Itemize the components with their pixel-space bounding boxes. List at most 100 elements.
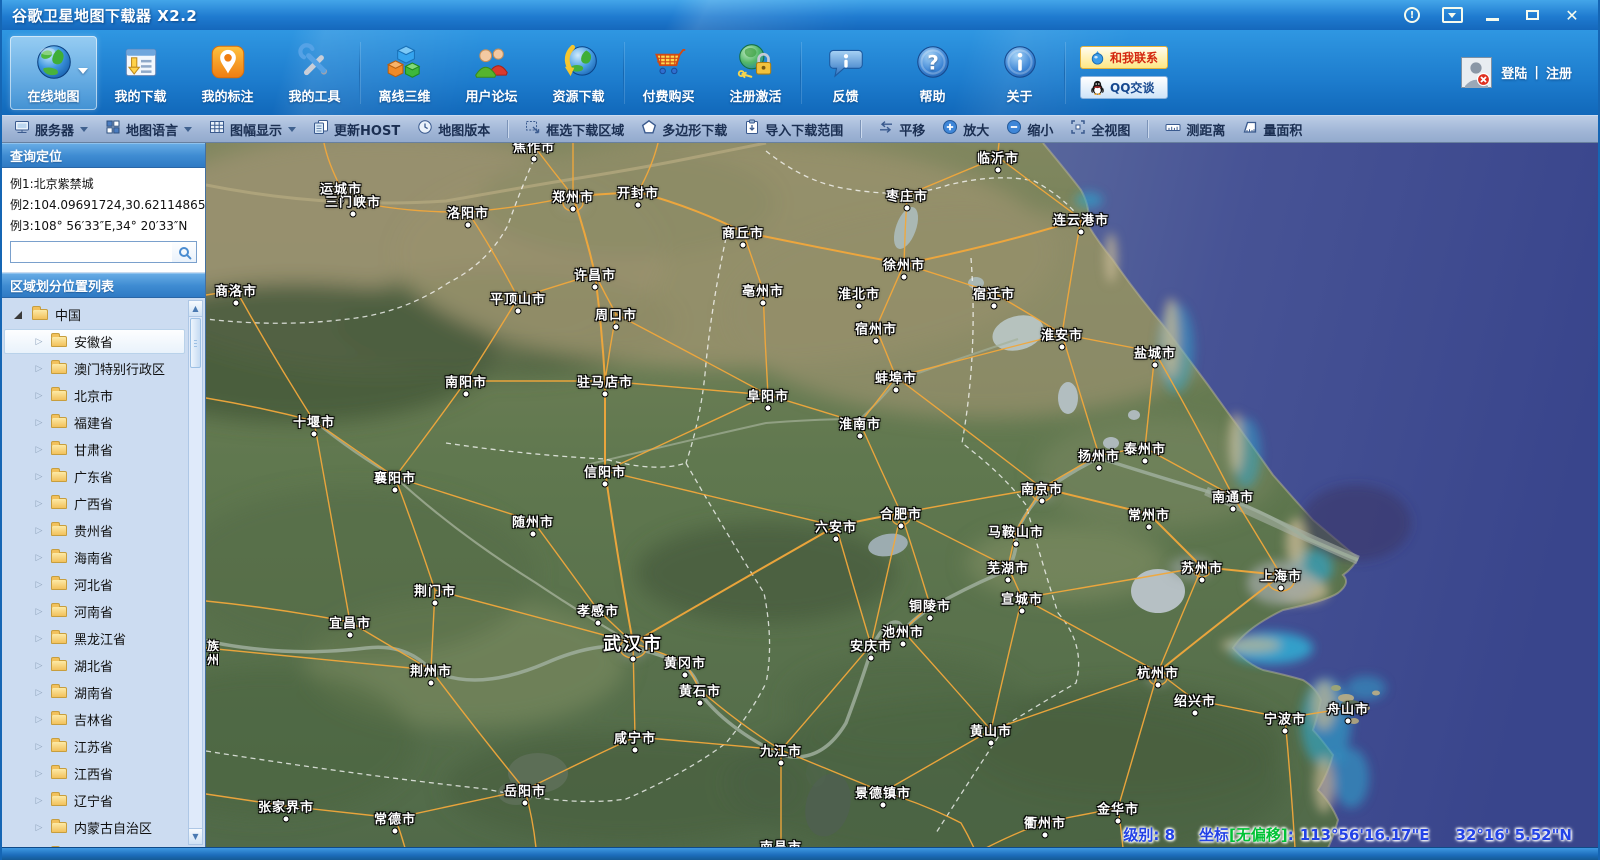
folder-icon (51, 660, 67, 671)
city-dot (1155, 682, 1162, 689)
info-button[interactable]: ! (1400, 5, 1424, 25)
collapsed-arrow-icon[interactable]: ▷ (33, 579, 45, 591)
collapsed-arrow-icon[interactable]: ▷ (33, 417, 45, 429)
toolbar-button-online-map[interactable]: 在线地图 (10, 36, 97, 110)
tree-item[interactable]: ▷广东省 (2, 463, 205, 490)
map-viewport[interactable]: 焦作市运城市三门峡市郑州市开封市洛阳市临沂市枣庄市连云港市商丘市徐州市许昌市商洛… (206, 143, 1598, 847)
maptool-import-range[interactable]: 导入下载范围 (744, 119, 843, 139)
search-example-3: 例3:108° 56′33″E,34° 20′33″N (10, 216, 197, 237)
tree-item[interactable]: ▷江苏省 (2, 733, 205, 760)
toolbar-button-user-forum[interactable]: 用户论坛 (448, 36, 535, 110)
collapsed-arrow-icon[interactable]: ▷ (33, 444, 45, 456)
maptool-measure-distance[interactable]: 测距离 (1165, 119, 1225, 139)
toolbar-button-my-tools[interactable]: 我的工具 (271, 36, 358, 110)
maptool-label: 导入下载范围 (765, 120, 843, 139)
tree-item[interactable]: ▷北京市 (2, 382, 205, 409)
city-dot (873, 338, 880, 345)
tree-item[interactable]: ▷澳门特别行政区 (2, 355, 205, 382)
tray-button[interactable] (1440, 5, 1464, 25)
tree-item[interactable]: ▷海南省 (2, 544, 205, 571)
collapsed-arrow-icon[interactable]: ▷ (33, 525, 45, 537)
tree-item[interactable]: ▷吉林省 (2, 706, 205, 733)
maptool-full-view[interactable]: 全视图 (1070, 119, 1130, 139)
maptool-map-language[interactable]: 地图语言 (105, 119, 192, 139)
collapsed-arrow-icon[interactable]: ▷ (33, 336, 45, 348)
collapsed-arrow-icon[interactable]: ▷ (33, 471, 45, 483)
toolbar-button-resource-download[interactable]: 资源下载 (535, 36, 622, 110)
tree-item[interactable]: ▷内蒙古自治区 (2, 814, 205, 841)
tree-item[interactable]: ▷ 黑龙江省 (2, 625, 205, 652)
minimize-button[interactable] (1480, 5, 1504, 25)
tree-item[interactable]: ▷河北省 (2, 571, 205, 598)
toolbar-button-feedback[interactable]: 反馈 (802, 36, 889, 110)
toolbar-button-my-marks[interactable]: 我的标注 (184, 36, 271, 110)
tree-item[interactable]: ▷广西省 (2, 490, 205, 517)
maptool-box-select-area[interactable]: 框选下载区域 (525, 119, 624, 139)
qq-chat-button[interactable]: QQ交谈 (1080, 76, 1168, 99)
toolbar-button-my-downloads[interactable]: 我的下载 (97, 36, 184, 110)
avatar[interactable] (1461, 57, 1492, 88)
collapsed-arrow-icon[interactable]: ▷ (33, 741, 45, 753)
toolbar-button-about[interactable]: 关于 (976, 36, 1063, 110)
tree-item[interactable]: ▷江西省 (2, 760, 205, 787)
tree-item[interactable]: ▷安徽省 (2, 328, 205, 355)
collapsed-arrow-icon[interactable]: ▷ (33, 768, 45, 780)
maptool-measure-area[interactable]: 量面积 (1242, 119, 1302, 139)
city-label: 亳州市 (742, 281, 784, 300)
tree-item[interactable]: ▷湖北省 (2, 652, 205, 679)
collapsed-arrow-icon[interactable]: ▷ (33, 633, 45, 645)
close-button[interactable]: ✕ (1560, 5, 1584, 25)
maptool-zoom-in[interactable]: 放大 (942, 119, 989, 139)
collapsed-arrow-icon[interactable]: ▷ (33, 714, 45, 726)
expanded-arrow-icon[interactable] (14, 311, 22, 319)
collapsed-arrow-icon[interactable]: ▷ (33, 606, 45, 618)
tree-item[interactable]: ▷甘肃省 (2, 436, 205, 463)
maximize-button[interactable] (1520, 5, 1544, 25)
help-icon: ? (912, 41, 954, 83)
city-label: 商丘市 (722, 223, 764, 242)
maptool-zoom-out[interactable]: 缩小 (1006, 119, 1053, 139)
collapsed-arrow-icon[interactable]: ▷ (33, 687, 45, 699)
search-input[interactable] (11, 242, 172, 262)
collapsed-arrow-icon[interactable]: ▷ (33, 822, 45, 834)
contact-me-button[interactable]: 和我联系 (1080, 46, 1168, 69)
app-window: 谷歌卫星地图下载器 X2.2 !✕ 在线地图我的下载我的标注我的工具离线三维用户… (0, 0, 1600, 860)
register-link[interactable]: 注册 (1546, 63, 1572, 82)
tree-item[interactable]: ▷贵州省 (2, 517, 205, 544)
tree-item[interactable]: ▷宁夏省 (2, 841, 205, 847)
city-dot (347, 632, 354, 639)
scrollbar-thumb[interactable] (190, 318, 201, 368)
toolbar-button-offline-3d[interactable]: 离线三维 (361, 36, 448, 110)
about-icon (999, 41, 1041, 83)
collapsed-arrow-icon[interactable]: ▷ (33, 390, 45, 402)
tree-item[interactable]: ▷河南省 (2, 598, 205, 625)
grid9-icon (209, 119, 225, 139)
collapsed-arrow-icon[interactable]: ▷ (33, 498, 45, 510)
city-label: 十堰市 (293, 412, 335, 431)
scroll-up-button[interactable]: ▲ (189, 301, 202, 317)
login-link[interactable]: 登陆 (1501, 63, 1527, 82)
maptool-map-version[interactable]: 地图版本 (417, 119, 490, 139)
tree-item-label: 黑龙江省 (74, 629, 126, 648)
tree-root-item[interactable]: 中国 (2, 301, 205, 328)
maptool-pan[interactable]: 平移 (878, 119, 925, 139)
toolbar-button-register-activate[interactable]: 注册激活 (712, 36, 799, 110)
tree-item[interactable]: ▷湖南省 (2, 679, 205, 706)
collapsed-arrow-icon[interactable]: ▷ (33, 795, 45, 807)
maptool-polygon-download[interactable]: 多边形下载 (641, 119, 727, 139)
maptool-map-display[interactable]: 图幅显示 (209, 119, 296, 139)
collapsed-arrow-icon[interactable]: ▷ (33, 552, 45, 564)
collapsed-arrow-icon[interactable]: ▷ (33, 363, 45, 375)
folder-icon (51, 444, 67, 455)
toolbar-button-purchase[interactable]: 付费购买 (625, 36, 712, 110)
search-button[interactable] (172, 242, 196, 262)
scroll-down-button[interactable]: ▼ (189, 828, 202, 844)
collapsed-arrow-icon[interactable]: ▷ (33, 660, 45, 672)
maptool-update-host[interactable]: 更新HOST (313, 119, 400, 139)
toolbar-button-help[interactable]: ?帮助 (889, 36, 976, 110)
dropdown-caret-icon (78, 68, 88, 74)
tree-scrollbar[interactable]: ▲ ▼ (188, 300, 203, 845)
maptool-server[interactable]: 服务器 (14, 119, 88, 139)
tree-item[interactable]: ▷福建省 (2, 409, 205, 436)
tree-item[interactable]: ▷辽宁省 (2, 787, 205, 814)
